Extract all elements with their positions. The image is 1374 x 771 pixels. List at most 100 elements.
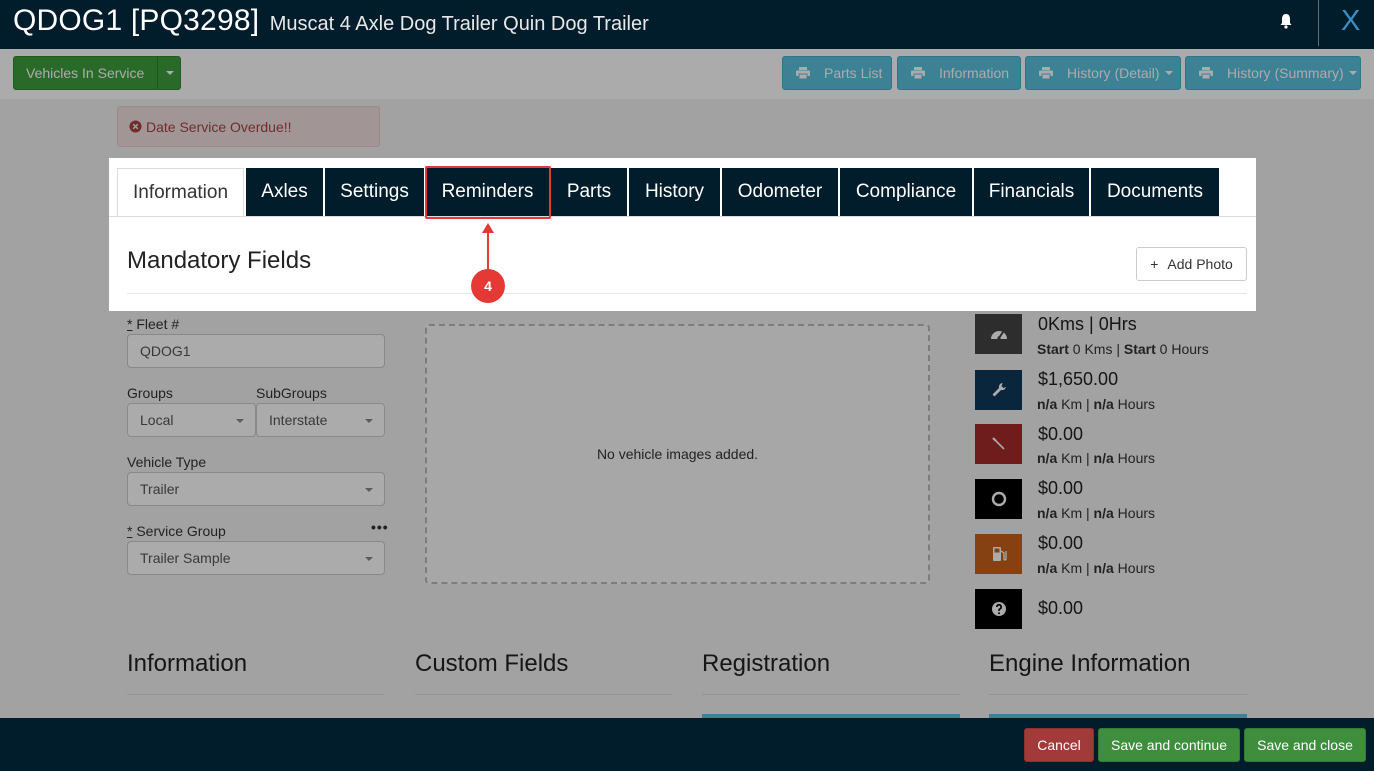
stat-sub-text: Km | <box>1057 505 1094 521</box>
times-circle-icon <box>129 120 142 133</box>
stat-sub-bold: Start <box>1123 341 1156 357</box>
stat-sub-service-cost: n/a Km | n/a Hours <box>1037 396 1155 412</box>
add-photo-label: Add Photo <box>1167 256 1233 272</box>
fuel-pump-icon <box>992 547 1007 561</box>
subgroups-value: Interstate <box>269 412 328 428</box>
service-overdue-alert: Date Service Overdue!! <box>117 106 380 147</box>
reminders-tab-highlight <box>425 166 551 219</box>
stat-icon-box-5 <box>975 589 1022 629</box>
section-custom-fields: Custom Fields <box>415 650 569 677</box>
groups-label: Groups <box>127 385 173 401</box>
section-divider <box>989 694 1247 695</box>
stat-value-service-cost: $1,650.00 <box>1038 369 1119 389</box>
footer-bar: Cancel Save and continue Save and close <box>0 718 1374 771</box>
service-group-value: Trailer Sample <box>140 550 231 566</box>
section-information: Information <box>127 650 248 677</box>
tab-axles[interactable]: Axles <box>246 168 323 216</box>
section-divider <box>127 694 385 695</box>
stat-value-other-cost: $0.00 <box>1038 598 1084 618</box>
fleet-label-text: Fleet # <box>136 316 180 332</box>
wrench-icon <box>992 383 1006 397</box>
vehicle-type-select[interactable]: Trailer <box>127 472 385 506</box>
alert-text: Date Service Overdue!! <box>146 118 292 135</box>
mandatory-fields-heading: Mandatory Fields <box>127 247 312 274</box>
stat-sub-odometer: Start 0 Kms | Start 0 Hours <box>1037 341 1209 357</box>
tab-panel: Information Axles Settings Reminders Par… <box>109 158 1256 311</box>
annotation-arrow-shaft <box>487 230 489 272</box>
stat-sub-bold: n/a <box>1093 505 1114 521</box>
required-mark: * <box>127 523 133 539</box>
stat-sub-bold: n/a <box>1037 396 1058 412</box>
tab-financials[interactable]: Financials <box>974 168 1089 216</box>
stat-sub-text: Hours <box>1113 505 1156 521</box>
groups-value: Local <box>140 412 174 428</box>
tyre-icon <box>991 491 1006 507</box>
fleet-number-input[interactable]: QDOG1 <box>127 334 385 368</box>
no-images-text: No vehicle images added. <box>596 446 759 462</box>
stat-sub-text: 0 Hours <box>1155 341 1209 357</box>
tab-history[interactable]: History <box>629 168 720 216</box>
service-group-label: * Service Group <box>127 523 226 539</box>
stat-sub-bold: n/a <box>1093 560 1114 576</box>
annotation-arrow-icon <box>482 223 494 233</box>
save-and-continue-button[interactable]: Save and continue <box>1098 728 1240 762</box>
section-engine-information: Engine Information <box>989 650 1191 677</box>
subgroups-select[interactable]: Interstate <box>256 403 385 437</box>
tab-documents[interactable]: Documents <box>1091 168 1219 216</box>
stat-sub-tyre-cost: n/a Km | n/a Hours <box>1037 505 1155 521</box>
caret-down-icon <box>365 419 373 423</box>
fleet-number-value: QDOG1 <box>140 343 191 359</box>
section-registration: Registration <box>702 650 831 677</box>
stat-sub-text: Hours <box>1113 450 1156 466</box>
stat-sub-text: Km | <box>1057 450 1094 466</box>
vehicle-form-content: Date Service Overdue!! * Fleet # QDOG1 G… <box>0 0 1374 771</box>
stat-sub-text: 0 Kms | <box>1068 341 1124 357</box>
stat-sub-repair-cost: n/a Km | n/a Hours <box>1037 450 1155 466</box>
stat-value-tyre-cost: $0.00 <box>1038 478 1084 498</box>
question-circle-icon <box>991 602 1006 616</box>
fleet-label: * Fleet # <box>127 316 179 332</box>
stat-sub-bold: n/a <box>1037 505 1058 521</box>
step-number-badge: 4 <box>471 269 505 303</box>
tab-compliance[interactable]: Compliance <box>840 168 972 216</box>
plus-icon: + <box>1150 256 1159 272</box>
service-group-select[interactable]: Trailer Sample <box>127 541 385 575</box>
save-and-close-button[interactable]: Save and close <box>1244 728 1366 762</box>
speedometer-icon <box>990 331 1007 340</box>
tab-information[interactable]: Information <box>117 168 244 217</box>
required-mark: * <box>127 316 133 332</box>
stat-sub-text: Hours <box>1113 396 1156 412</box>
stat-sub-fuel-cost: n/a Km | n/a Hours <box>1037 560 1155 576</box>
subgroups-label: SubGroups <box>256 385 327 401</box>
stat-sub-bold: Start <box>1037 341 1069 357</box>
caret-down-icon <box>365 557 373 561</box>
stat-icon-box-0 <box>975 314 1022 354</box>
vehicle-type-value: Trailer <box>140 481 180 497</box>
vehicle-type-label: Vehicle Type <box>127 454 207 470</box>
stat-sub-bold: n/a <box>1093 450 1114 466</box>
section-divider <box>702 694 960 695</box>
tab-odometer[interactable]: Odometer <box>722 168 838 216</box>
stat-icon-box-4 <box>975 534 1022 574</box>
stat-sub-text: Hours <box>1113 560 1156 576</box>
stat-value-odometer: 0Kms | 0Hrs <box>1038 314 1137 334</box>
groups-select[interactable]: Local <box>127 403 256 437</box>
service-group-label-text: Service Group <box>136 523 226 539</box>
service-group-more-button[interactable]: ••• <box>371 519 389 535</box>
stat-sub-bold: n/a <box>1037 560 1058 576</box>
stat-icon-box-3 <box>975 479 1022 519</box>
caret-down-icon <box>365 488 373 492</box>
mandatory-divider <box>127 293 1247 294</box>
vehicle-images-dropzone[interactable]: No vehicle images added. <box>425 324 930 584</box>
stat-value-repair-cost: $0.00 <box>1038 424 1084 444</box>
stat-icon-box-2 <box>975 424 1022 464</box>
caret-down-icon <box>236 419 244 423</box>
add-photo-button[interactable]: + Add Photo <box>1136 247 1247 281</box>
stat-sub-text: Km | <box>1057 396 1094 412</box>
cancel-button[interactable]: Cancel <box>1024 728 1094 762</box>
tab-parts[interactable]: Parts <box>551 168 627 216</box>
stat-value-fuel-cost: $0.00 <box>1038 533 1084 553</box>
tab-settings[interactable]: Settings <box>325 168 424 216</box>
stat-icon-box-1 <box>975 370 1022 410</box>
stat-sub-text: Km | <box>1057 560 1094 576</box>
